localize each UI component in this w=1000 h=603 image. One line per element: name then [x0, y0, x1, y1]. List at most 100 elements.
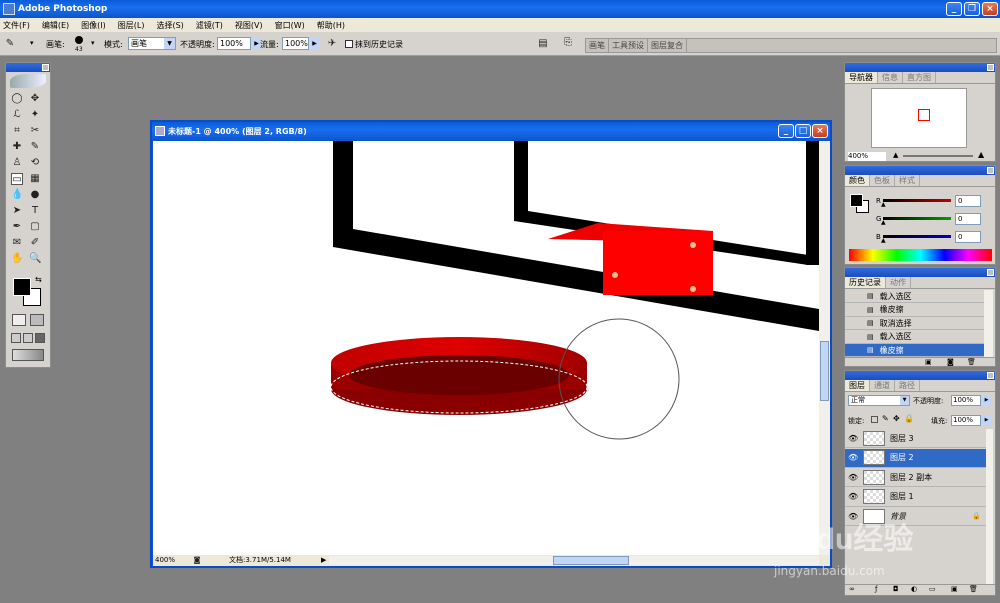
palette-well-tab[interactable]: 画笔 [586, 39, 609, 52]
layers-tab[interactable]: 通道 [870, 380, 895, 391]
path-select-icon[interactable]: ➤ [11, 205, 23, 217]
menu-item[interactable]: 视图(V) [235, 20, 263, 31]
foreground-color-swatch[interactable] [13, 278, 31, 296]
status-menu-icon[interactable]: ◙ [191, 555, 203, 566]
visibility-eye-icon[interactable]: 👁 [848, 512, 858, 521]
menu-item[interactable]: 编辑(E) [42, 20, 69, 31]
history-item[interactable]: ▤ 橡皮擦 [845, 303, 985, 317]
navigator-zoom[interactable]: 400% [848, 152, 886, 161]
layer-row[interactable]: 👁 背景 🔒 [845, 507, 987, 526]
quick-mask-button[interactable] [30, 314, 44, 326]
menu-item[interactable]: 图层(L) [118, 20, 145, 31]
channel-slider-handle-icon[interactable]: ▲ [881, 219, 886, 226]
navigator-zoom-slider[interactable] [903, 155, 973, 157]
crop-tool-icon[interactable]: ⌗ [11, 125, 23, 137]
brush-dropdown-icon[interactable]: ▾ [91, 39, 95, 47]
eraser-tool-icon[interactable]: ▭ [11, 173, 23, 185]
history-item[interactable]: ▤ 橡皮擦 [845, 344, 985, 357]
lasso-tool-icon[interactable]: ℒ [11, 109, 23, 121]
color-close-icon[interactable] [987, 167, 994, 174]
channel-slider[interactable] [883, 199, 951, 202]
file-browser-icon[interactable]: ⎘ [562, 37, 574, 49]
scroll-thumb[interactable] [820, 341, 829, 401]
layer-row[interactable]: 👁 图层 2 副本 [845, 468, 987, 487]
doc-minimize-button[interactable]: _ [778, 124, 794, 138]
move-tool-icon[interactable]: ✥ [29, 93, 41, 105]
visibility-eye-icon[interactable]: 👁 [848, 434, 858, 443]
layers-tab[interactable]: 图层 [845, 380, 870, 391]
erase-history-checkbox[interactable] [345, 40, 353, 48]
mode-select[interactable]: 画笔 ▼ [128, 37, 176, 50]
layer-row[interactable]: 👁 图层 1 [845, 487, 987, 507]
layers-tab[interactable]: 路径 [895, 380, 920, 391]
blur-tool-icon[interactable]: 💧 [11, 189, 23, 201]
brush-tool-icon[interactable]: ✎ [29, 141, 41, 153]
menu-item[interactable]: 窗口(W) [275, 20, 305, 31]
link-layers-icon[interactable]: ∞ [849, 585, 855, 593]
toolbox-close-icon[interactable] [42, 64, 49, 71]
color-tab[interactable]: 颜色 [845, 175, 870, 186]
eyedropper-icon[interactable]: ✐ [29, 237, 41, 249]
zoom-level[interactable]: 400% [155, 555, 175, 566]
notes-tool-icon[interactable]: ✉ [11, 237, 23, 249]
canvas[interactable] [153, 141, 819, 555]
color-tab[interactable]: 样式 [895, 175, 920, 186]
history-item[interactable]: ▤ 载入选区 [845, 290, 985, 303]
layer-mask-icon[interactable]: ◘ [893, 585, 899, 593]
layer-row[interactable]: 👁 图层 3 [845, 429, 987, 448]
blend-mode-select[interactable]: 正常 ▼ [848, 395, 910, 406]
new-document-icon[interactable]: ▣ [925, 358, 932, 366]
pen-tool-icon[interactable]: ✒ [11, 221, 23, 233]
layers-close-icon[interactable] [987, 372, 994, 379]
channel-value-input[interactable]: 0 [955, 195, 981, 207]
menu-item[interactable]: 帮助(H) [317, 20, 345, 31]
restore-button[interactable]: ❐ [964, 2, 980, 16]
navigator-tab[interactable]: 直方图 [903, 72, 936, 83]
shape-tool-icon[interactable]: ▢ [29, 221, 41, 233]
magic-wand-tool-icon[interactable]: ✦ [29, 109, 41, 121]
vertical-scrollbar[interactable] [819, 141, 830, 555]
layers-scrollbar[interactable] [986, 429, 993, 584]
visibility-eye-icon[interactable]: 👁 [848, 473, 858, 482]
history-tab[interactable]: 历史记录 [845, 277, 886, 288]
standard-mode-button[interactable] [12, 314, 26, 326]
flow-input[interactable]: 100% [282, 37, 309, 50]
color-tab[interactable]: 色板 [870, 175, 895, 186]
swap-colors-icon[interactable]: ⇆ [35, 275, 42, 284]
zoom-out-icon[interactable]: ▲ [893, 151, 898, 159]
lock-all-icon[interactable]: 🔒 [904, 414, 914, 423]
status-arrow-icon[interactable]: ▶ [321, 555, 326, 566]
jump-to-imageready-button[interactable] [12, 349, 44, 361]
type-tool-icon[interactable]: T [29, 205, 41, 217]
layer-style-icon[interactable]: ƒ [875, 585, 877, 593]
eraser-tool-icon[interactable]: ✎ [4, 38, 16, 50]
color-spectrum[interactable] [849, 249, 992, 261]
history-tab[interactable]: 动作 [886, 277, 911, 288]
history-close-icon[interactable] [987, 269, 994, 276]
tool-preset-dropdown-icon[interactable]: ▾ [30, 39, 34, 47]
new-group-icon[interactable]: ▭ [929, 585, 936, 593]
navigator-close-icon[interactable] [987, 64, 994, 71]
zoom-in-icon[interactable]: ▲ [978, 150, 984, 159]
palette-well-tab[interactable]: 图层复合 [648, 39, 687, 52]
doc-maximize-button[interactable]: □ [795, 124, 811, 138]
horizontal-scrollbar[interactable] [329, 556, 819, 565]
dodge-tool-icon[interactable]: ● [29, 189, 41, 201]
menu-item[interactable]: 滤镜(T) [196, 20, 223, 31]
layer-row[interactable]: 👁 图层 2 [845, 448, 987, 468]
screen-mode-1-button[interactable] [11, 333, 21, 343]
brush-preview-icon[interactable] [75, 36, 83, 44]
history-item[interactable]: ▤ 取消选择 [845, 317, 985, 330]
clone-stamp-icon[interactable]: ♙ [11, 157, 23, 169]
delete-layer-icon[interactable]: 🗑 [969, 585, 978, 593]
palette-well-tab[interactable]: 工具预设 [609, 39, 648, 52]
channel-slider-handle-icon[interactable]: ▲ [881, 201, 886, 208]
history-item[interactable]: ▤ 载入选区 [845, 330, 985, 344]
layer-opacity-arrow-icon[interactable]: ▶ [982, 395, 991, 406]
h-scroll-thumb[interactable] [553, 556, 629, 565]
lock-transparency-icon[interactable] [871, 416, 878, 423]
layer-opacity-input[interactable]: 100% [951, 395, 981, 406]
new-snapshot-icon[interactable]: ◙ [947, 358, 954, 366]
channel-slider[interactable] [883, 235, 951, 238]
fill-arrow-icon[interactable]: ▶ [982, 415, 991, 426]
